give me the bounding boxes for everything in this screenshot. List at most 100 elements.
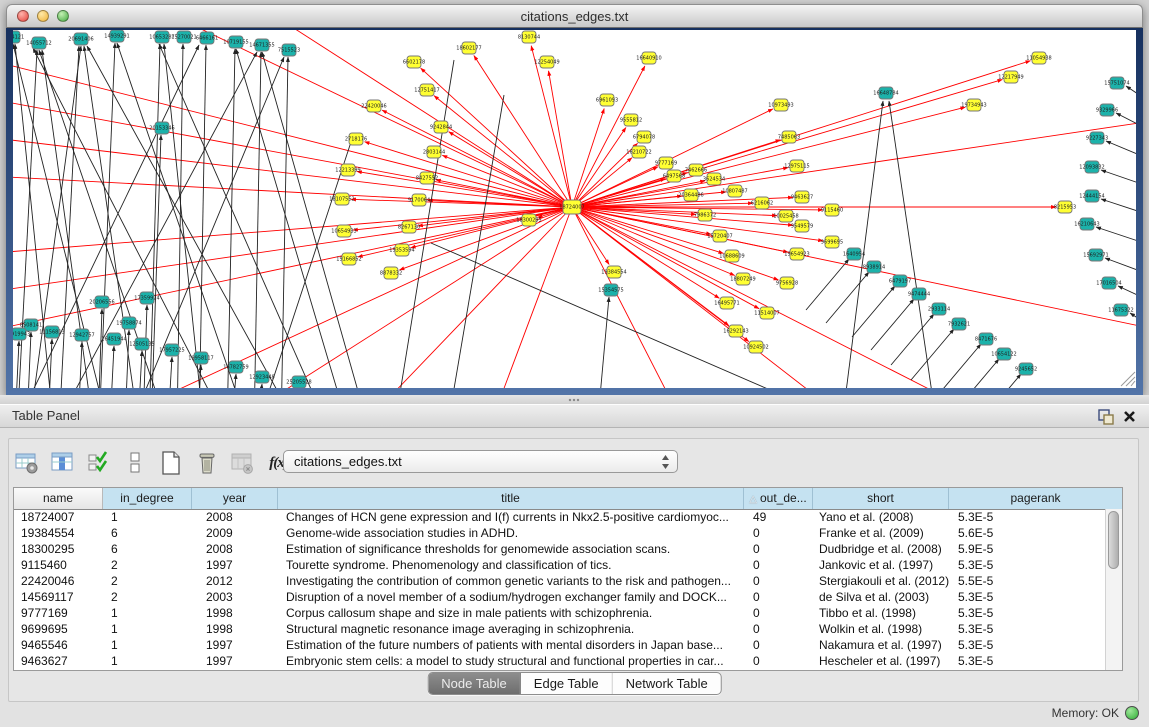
table-row[interactable]: 946554611997Estimation of the future num… — [14, 637, 1105, 653]
minimize-window-icon[interactable] — [37, 10, 49, 22]
graph-node[interactable]: 12923448 — [249, 371, 274, 383]
table-row[interactable]: 2242004622012Investigating the contribut… — [14, 573, 1105, 589]
graph-node[interactable]: 16495771 — [714, 297, 739, 309]
graph-node[interactable]: 9329966 — [1096, 104, 1118, 116]
graph-node[interactable]: 9463627 — [791, 191, 813, 203]
graph-node[interactable]: 1640954 — [843, 248, 865, 260]
graph-node[interactable]: 9170064 — [408, 194, 430, 206]
graph-node[interactable]: 9242844 — [430, 121, 452, 133]
delete-row-trash-icon[interactable] — [193, 450, 220, 477]
resize-grip-icon[interactable] — [1131, 381, 1135, 386]
table-row[interactable]: 946362711997Embryonic stem cells: a mode… — [14, 653, 1105, 669]
column-header-title[interactable]: title — [278, 488, 744, 509]
tab-node-table[interactable]: Node Table — [428, 673, 521, 694]
graph-node[interactable]: 6479197 — [889, 275, 911, 287]
graph-node[interactable]: 19758874 — [116, 317, 141, 329]
graph-node[interactable]: 9699695 — [821, 236, 843, 248]
graph-node[interactable]: 3624534 — [703, 173, 725, 185]
column-header-pagerank[interactable]: pagerank — [949, 488, 1122, 509]
graph-node[interactable]: 12942757 — [69, 329, 94, 341]
table-row[interactable]: 969969511998Structural magnetic resonanc… — [14, 621, 1105, 637]
graph-node[interactable]: 14055712 — [26, 37, 51, 49]
graph-node[interactable]: 10654122 — [991, 348, 1016, 360]
graph-node[interactable]: 10025458 — [773, 210, 798, 222]
scrollbar-thumb[interactable] — [1108, 511, 1119, 569]
resize-grip-icon[interactable] — [1126, 377, 1135, 386]
graph-node[interactable]: 6961093 — [596, 94, 618, 106]
graph-node[interactable]: 9756928 — [776, 277, 798, 289]
graph-node[interactable]: 9549579 — [791, 220, 813, 232]
table-settings-icon[interactable] — [13, 450, 40, 477]
graph-node[interactable]: 7462666 — [685, 164, 707, 176]
graph-node[interactable]: 2933114 — [928, 303, 950, 315]
row-height-icon[interactable] — [121, 450, 148, 477]
table-row[interactable]: 1830029562008Estimation of significance … — [14, 541, 1105, 557]
graph-node[interactable]: 11054938 — [1026, 52, 1051, 64]
graph-node[interactable]: 10719155 — [223, 36, 248, 48]
graph-node[interactable]: 6794078 — [633, 131, 655, 143]
graph-node[interactable]: 7986372 — [694, 209, 716, 221]
column-header-name[interactable]: name — [14, 488, 103, 509]
graph-node[interactable]: 8130744 — [518, 31, 540, 43]
graph-node[interactable]: 18107552 — [329, 193, 354, 205]
tab-edge-table[interactable]: Edge Table — [521, 673, 613, 694]
table-row[interactable]: 1938455462009Genome-wide association stu… — [14, 525, 1105, 541]
graph-node[interactable]: 8215953 — [1054, 201, 1076, 213]
table-row[interactable]: 1456911722003Disruption of a novel membe… — [14, 589, 1105, 605]
window-titlebar[interactable]: citations_edges.txt — [6, 4, 1143, 28]
column-header-short[interactable]: short — [813, 488, 949, 509]
graph-node[interactable]: 12254049 — [534, 56, 559, 68]
graph-node[interactable]: 19353594 — [389, 244, 414, 256]
graph-node[interactable]: 16210643 — [1074, 218, 1099, 230]
table-vertical-scrollbar[interactable] — [1105, 509, 1122, 670]
graph-node[interactable]: 8938914 — [863, 261, 885, 273]
graph-node[interactable]: 20206556 — [89, 296, 114, 308]
graph-node[interactable]: 2803144 — [423, 146, 445, 158]
select-rows-icon[interactable] — [85, 450, 112, 477]
graph-node[interactable]: 10654933 — [331, 225, 356, 237]
graph-node[interactable]: 6602178 — [403, 56, 425, 68]
graph-node[interactable]: 15354575 — [598, 284, 623, 296]
graph-node[interactable]: 18602177 — [456, 42, 481, 54]
new-table-icon[interactable] — [157, 450, 184, 477]
graph-node[interactable]: 9555812 — [620, 114, 642, 126]
graph-node[interactable]: 12093832 — [1079, 161, 1104, 173]
graph-node[interactable]: 14671355 — [249, 39, 274, 51]
graph-node[interactable]: 8878332 — [380, 267, 402, 279]
table-row[interactable]: 1872400712008Changes of HCN gene express… — [14, 509, 1105, 525]
graph-node[interactable]: 16210722 — [626, 146, 651, 158]
graph-node[interactable]: 19958117 — [188, 352, 213, 364]
graph-node[interactable]: 17957225 — [159, 344, 184, 356]
close-panel-icon[interactable] — [1120, 407, 1140, 427]
show-column-icon[interactable] — [49, 450, 76, 477]
graph-node[interactable]: 12213399 — [335, 164, 360, 176]
graph-node[interactable]: 7932621 — [948, 318, 970, 330]
table-row[interactable]: 911546021997Tourette syndrome. Phenomeno… — [14, 557, 1105, 573]
graph-node[interactable]: 20691406 — [68, 33, 93, 45]
table-selector-dropdown[interactable]: citations_edges.txt — [283, 450, 678, 473]
memory-status-indicator[interactable] — [1125, 706, 1139, 720]
table-body[interactable]: 1872400712008Changes of HCN gene express… — [14, 509, 1105, 670]
graph-node[interactable]: 25205528 — [286, 376, 311, 388]
graph-node[interactable]: 9777169 — [655, 157, 677, 169]
graph-node[interactable]: 18724007 — [559, 200, 584, 214]
graph-node[interactable]: 11514007 — [754, 307, 779, 319]
network-canvas[interactable]: 1872400722420046271817612213399181075521… — [13, 30, 1136, 388]
graph-node[interactable]: 9245652 — [1015, 363, 1037, 375]
graph-node[interactable]: 10807487 — [722, 185, 747, 197]
graph-node[interactable]: 16640910 — [636, 52, 661, 64]
graph-node[interactable]: 6466161 — [196, 32, 218, 44]
graph-node[interactable]: 12217949 — [998, 71, 1023, 83]
table-row[interactable]: 977716911998Corpus callosum shape and si… — [14, 605, 1105, 621]
graph-node[interactable]: 8344121 — [13, 31, 24, 43]
column-header-year[interactable]: year — [192, 488, 278, 509]
close-window-icon[interactable] — [17, 10, 29, 22]
column-header-in_degree[interactable]: in_degree — [103, 488, 192, 509]
graph-node[interactable]: 8471676 — [975, 333, 997, 345]
column-header-out_de[interactable]: △out_de... — [744, 488, 813, 509]
graph-node[interactable]: 9227343 — [1086, 132, 1108, 144]
graph-node[interactable]: 8267130 — [398, 221, 420, 233]
graph-node[interactable]: 19654923 — [784, 248, 809, 260]
graph-node[interactable]: 15692971 — [1083, 249, 1108, 261]
graph-node[interactable]: 19734943 — [961, 99, 986, 111]
